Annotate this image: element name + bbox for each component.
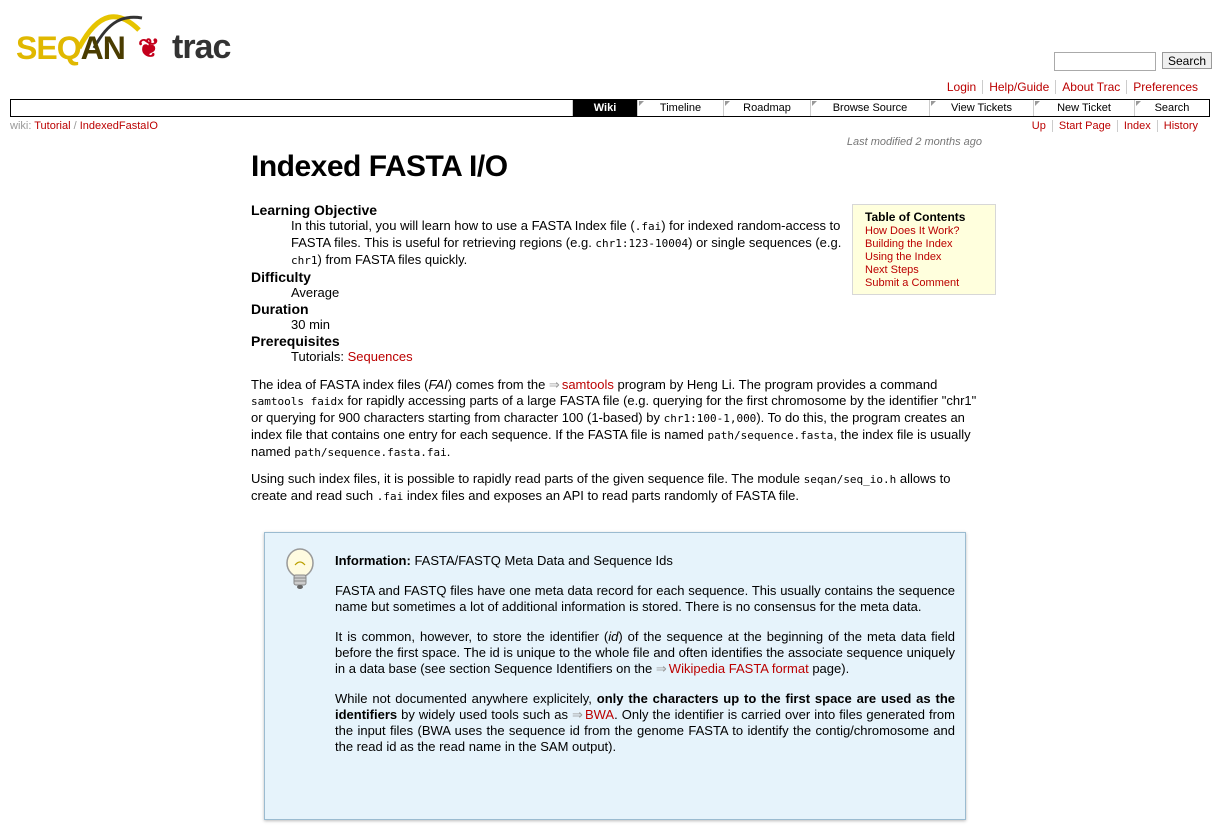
main-navigation: Wiki Timeline Roadmap Browse Source View… [10, 99, 1210, 117]
breadcrumb-prefix: wiki: [10, 120, 32, 132]
tab-corner-icon [1035, 101, 1040, 106]
tab-search[interactable]: Search [1134, 100, 1209, 116]
information-paragraph-1: FASTA and FASTQ files have one meta data… [335, 583, 955, 614]
index-link[interactable]: Index [1116, 120, 1157, 132]
learning-objective-term: Learning Objective [251, 202, 378, 218]
prerequisites-desc: Tutorials: Sequences [291, 349, 413, 364]
wiki-content: Indexed FASTA I/O Learning Objective In … [251, 150, 987, 505]
logo-seqan-text: SEQAN [16, 30, 126, 66]
page-title: Indexed FASTA I/O [251, 150, 508, 183]
search-button[interactable]: Search [1162, 52, 1213, 69]
duration-term: Duration [251, 301, 309, 317]
lightbulb-icon [286, 548, 314, 589]
about-trac-link[interactable]: About Trac [1055, 80, 1126, 94]
breadcrumb: wiki: Tutorial / IndexedFastaIO [10, 120, 158, 132]
login-link[interactable]: Login [941, 80, 982, 94]
wikipedia-fasta-link[interactable]: Wikipedia FASTA format [656, 661, 809, 676]
breadcrumb-tutorial[interactable]: Tutorial [34, 120, 70, 132]
information-paragraph-2: It is common, however, to store the iden… [335, 629, 955, 677]
bwa-link[interactable]: BWA [572, 707, 614, 722]
context-navigation: Up Start Page Index History [1026, 120, 1204, 132]
last-modified: Last modified 2 months ago [846, 136, 982, 148]
last-modified-link[interactable]: 2 months ago [915, 136, 982, 148]
prerequisites-term: Prerequisites [251, 333, 340, 349]
difficulty-term: Difficulty [251, 269, 311, 285]
tab-corner-icon [1136, 101, 1141, 106]
preferences-link[interactable]: Preferences [1126, 80, 1204, 94]
start-page-link[interactable]: Start Page [1051, 120, 1117, 132]
tab-corner-icon [812, 101, 817, 106]
breadcrumb-separator: / [73, 120, 77, 132]
logo-trac-text: trac [172, 28, 231, 66]
paw-icon: ❦ [138, 33, 160, 63]
seqan-trac-logo[interactable]: SEQAN ❦ trac [14, 10, 234, 70]
information-box: Information: FASTA/FASTQ Meta Data and S… [264, 532, 966, 820]
breadcrumb-indexedfastaio[interactable]: IndexedFastaIO [80, 120, 158, 132]
difficulty-desc: Average [291, 285, 340, 300]
tab-view-tickets[interactable]: View Tickets [929, 100, 1033, 116]
tab-corner-icon [931, 101, 936, 106]
duration-desc: 30 min [291, 317, 331, 332]
tab-wiki[interactable]: Wiki [572, 100, 637, 116]
help-guide-link[interactable]: Help/Guide [982, 80, 1055, 94]
tutorial-metadata: Learning Objective In this tutorial, you… [251, 202, 987, 365]
sequences-link[interactable]: Sequences [348, 349, 413, 364]
tab-timeline[interactable]: Timeline [637, 100, 723, 116]
information-heading: Information: FASTA/FASTQ Meta Data and S… [335, 553, 673, 568]
meta-navigation: Login Help/Guide About Trac Preferences [941, 80, 1204, 94]
information-paragraph-3: While not documented anywhere explicitel… [335, 691, 955, 755]
tab-roadmap[interactable]: Roadmap [723, 100, 810, 116]
search-input[interactable] [1054, 52, 1156, 71]
information-text: Information: FASTA/FASTQ Meta Data and S… [335, 553, 955, 769]
tab-browse-source[interactable]: Browse Source [810, 100, 929, 116]
history-link[interactable]: History [1156, 120, 1204, 132]
tab-new-ticket[interactable]: New Ticket [1033, 100, 1134, 116]
index-files-paragraph: Using such index files, it is possible t… [251, 471, 951, 503]
up-link[interactable]: Up [1026, 120, 1052, 132]
tab-corner-icon [639, 101, 644, 106]
tab-corner-icon [725, 101, 730, 106]
learning-objective-desc: In this tutorial, you will learn how to … [291, 218, 842, 267]
samtools-link[interactable]: samtools [549, 377, 614, 392]
intro-paragraph: The idea of FASTA index files (FAI) come… [251, 377, 987, 461]
